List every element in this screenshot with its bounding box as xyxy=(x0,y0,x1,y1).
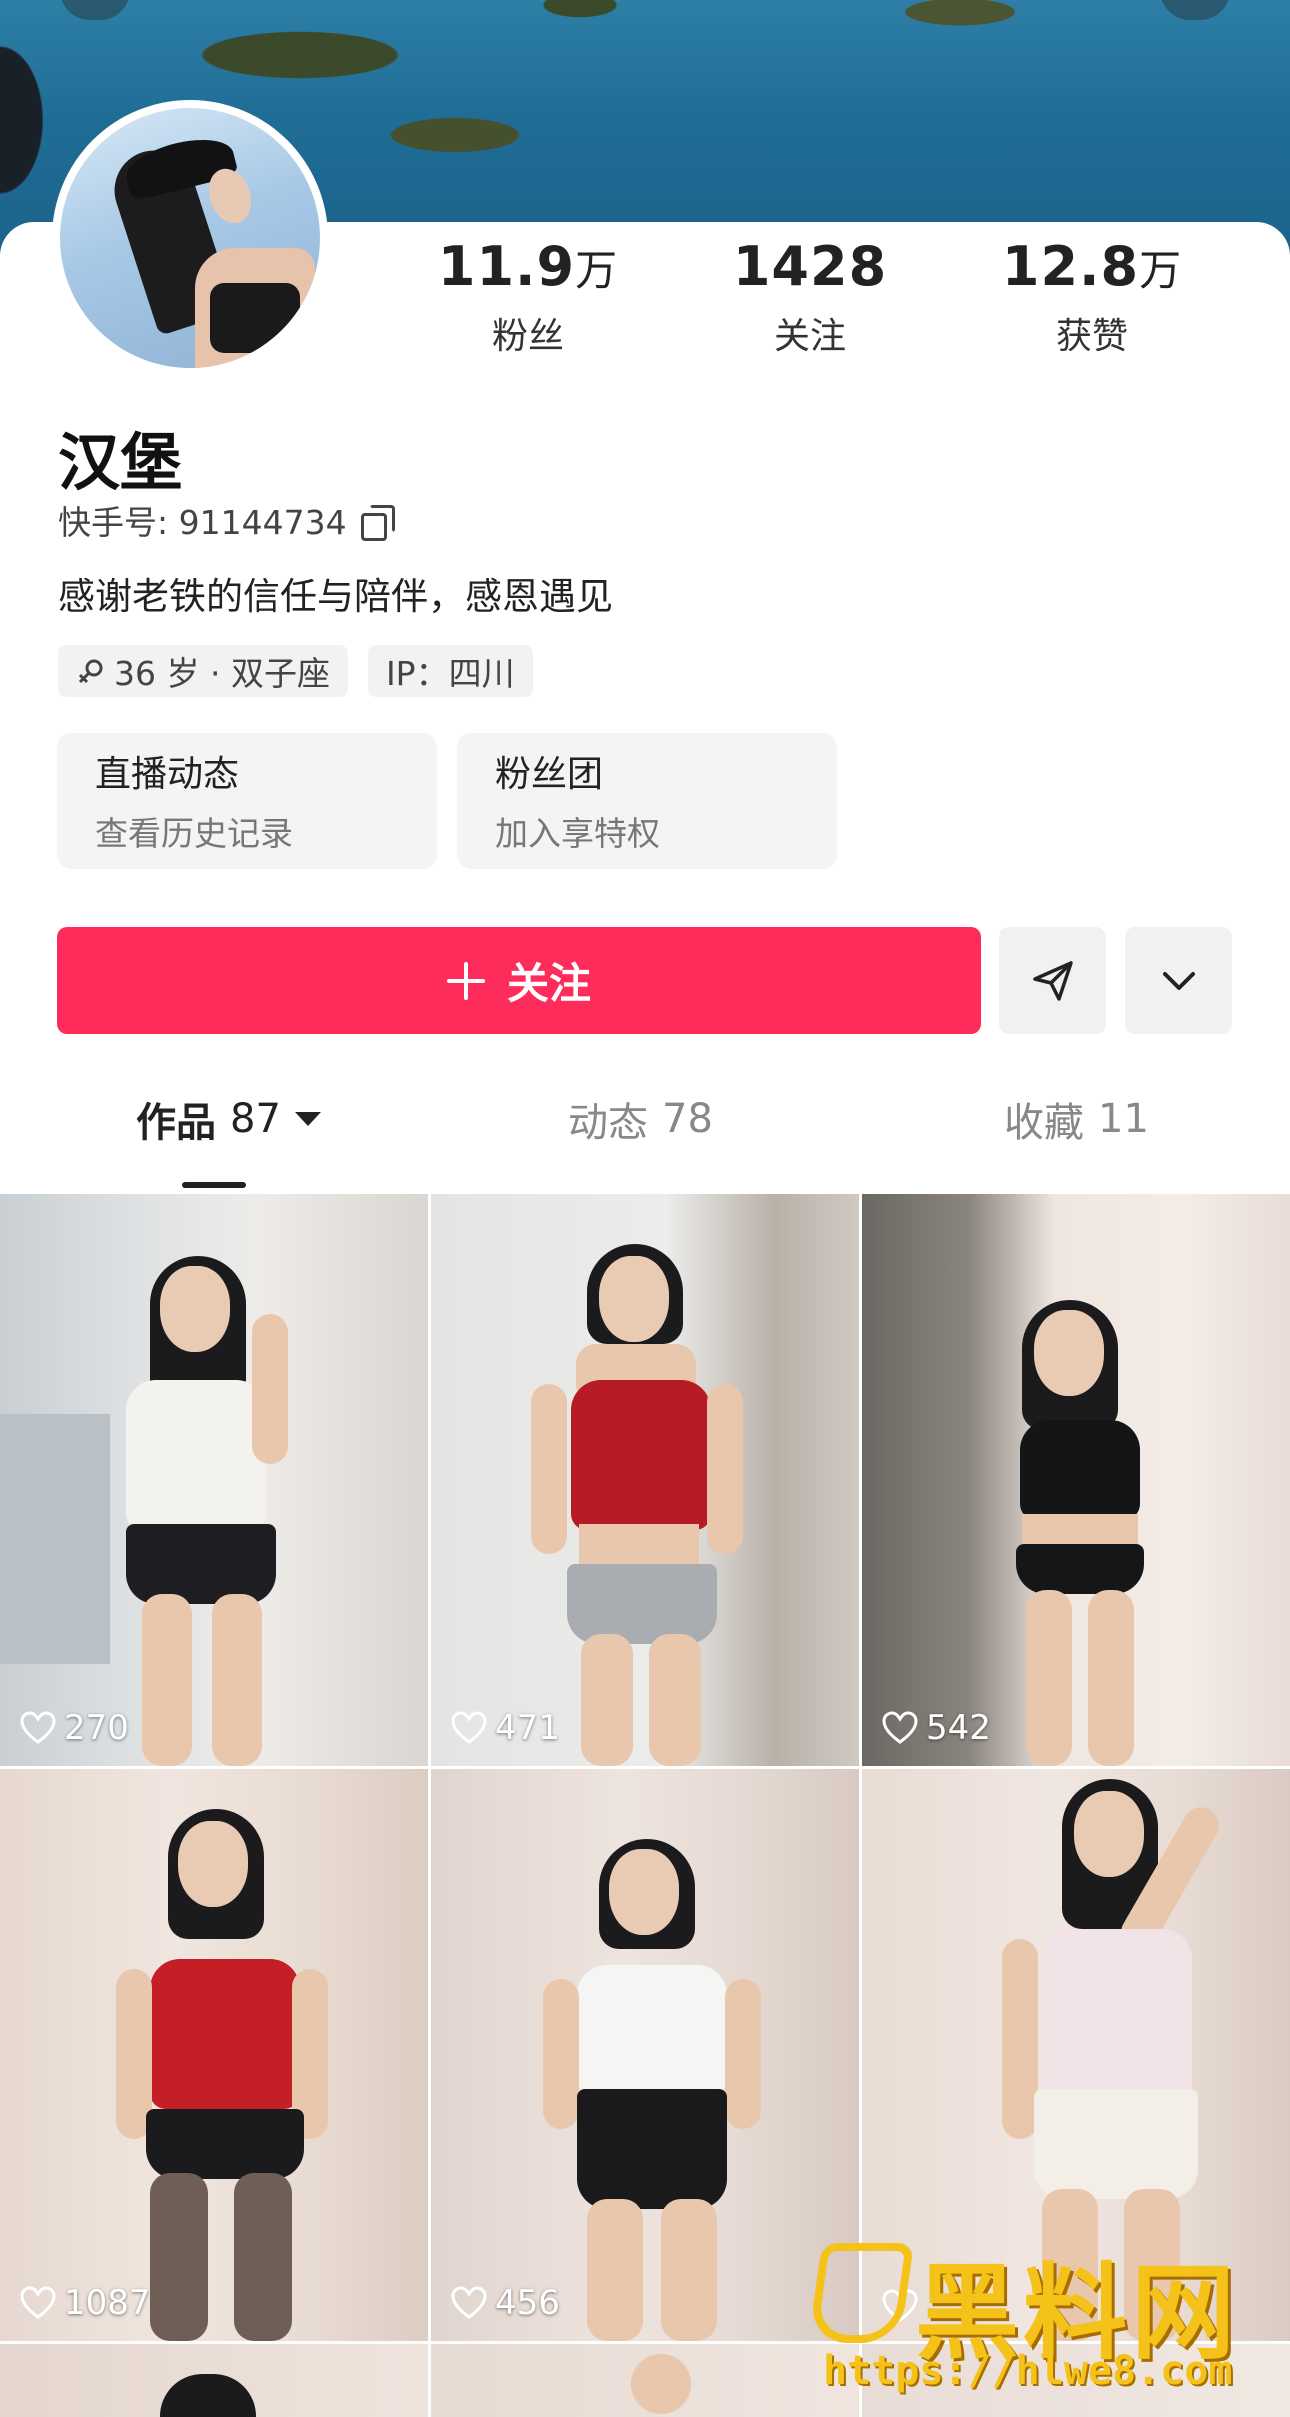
profile-name: 汉堡 xyxy=(58,426,183,499)
more-button[interactable] xyxy=(1125,927,1232,1034)
likes-count: 542 xyxy=(882,1708,991,1748)
profile-tags: 36 岁 · 双子座 IP：四川 xyxy=(58,645,533,697)
plus-icon xyxy=(446,961,485,1000)
video-grid: 270 471 542 1087 456 xyxy=(0,1194,1290,2417)
video-thumbnail[interactable]: 542 xyxy=(862,1194,1290,1766)
ip-tag-label: IP：四川 xyxy=(385,654,515,693)
heart-icon xyxy=(451,2286,487,2319)
chevron-down-icon xyxy=(1162,971,1195,990)
copy-icon[interactable] xyxy=(360,505,395,541)
stat-label: 粉丝 xyxy=(491,316,564,357)
likes-count: 471 xyxy=(451,1708,560,1748)
female-icon xyxy=(78,659,103,684)
kuaishou-id: 快手号: 91144734 xyxy=(58,496,395,544)
likes-count xyxy=(882,2289,926,2323)
menu-button[interactable] xyxy=(1160,0,1230,20)
likes-value: 471 xyxy=(495,1708,560,1748)
video-thumbnail[interactable]: 270 xyxy=(0,1194,428,1766)
video-thumbnail[interactable] xyxy=(862,2344,1290,2417)
fan-club-tile[interactable]: 粉丝团 加入享特权 xyxy=(457,733,837,869)
ip-tag: IP：四川 xyxy=(367,645,533,697)
tab-underline xyxy=(182,1182,246,1188)
avatar[interactable] xyxy=(52,100,328,376)
likes-value: 456 xyxy=(495,2283,560,2323)
likes-value: 270 xyxy=(64,1708,129,1748)
tab-moments[interactable]: 动态 78 xyxy=(568,1090,713,1148)
feature-tiles: 直播动态 查看历史记录 粉丝团 加入享特权 xyxy=(57,733,837,869)
tile-title: 直播动态 xyxy=(95,754,240,795)
kuaishou-id-text: 快手号: 91144734 xyxy=(58,503,347,542)
likes-count: 270 xyxy=(20,1708,129,1748)
tab-favorites[interactable]: 收藏 11 xyxy=(1004,1090,1149,1148)
video-thumbnail[interactable]: 1087 xyxy=(0,1769,428,2341)
profile-bio: 感谢老铁的信任与陪伴，感恩遇见 xyxy=(58,575,613,618)
heart-icon xyxy=(20,1711,56,1744)
heart-icon xyxy=(451,1711,487,1744)
tab-count: 87 xyxy=(230,1096,281,1142)
tile-title: 粉丝团 xyxy=(495,754,604,795)
tab-count: 11 xyxy=(1098,1096,1149,1142)
caret-down-icon xyxy=(294,1112,321,1126)
tab-label: 作品 xyxy=(136,1100,216,1146)
stat-label: 获赞 xyxy=(1055,316,1128,357)
video-thumbnail[interactable] xyxy=(0,2344,428,2417)
tile-subtitle: 加入享特权 xyxy=(495,814,660,853)
follow-label: 关注 xyxy=(506,959,591,1008)
tab-label: 收藏 xyxy=(1004,1100,1084,1146)
video-thumbnail[interactable] xyxy=(431,2344,859,2417)
tile-subtitle: 查看历史记录 xyxy=(95,814,293,853)
share-button[interactable] xyxy=(999,927,1106,1034)
tab-label: 动态 xyxy=(568,1100,648,1146)
tab-works[interactable]: 作品 87 xyxy=(136,1090,321,1148)
heart-icon xyxy=(20,2286,56,2319)
follow-button[interactable]: 关注 xyxy=(57,927,981,1034)
stat-following[interactable]: 1428 关注 xyxy=(700,235,920,359)
content-tabs: 作品 87 动态 78 收藏 11 xyxy=(0,1090,1290,1190)
video-thumbnail[interactable]: 456 xyxy=(431,1769,859,2341)
stat-label: 关注 xyxy=(773,316,846,357)
live-history-tile[interactable]: 直播动态 查看历史记录 xyxy=(57,733,437,869)
back-button[interactable] xyxy=(60,0,130,20)
heart-icon xyxy=(882,2289,918,2322)
age-tag-label: 36 岁 · 双子座 xyxy=(114,654,330,693)
stat-likes[interactable]: 12.8万 获赞 xyxy=(982,235,1202,359)
likes-value: 542 xyxy=(926,1708,991,1748)
likes-count: 1087 xyxy=(20,2283,151,2323)
heart-icon xyxy=(882,1711,918,1744)
likes-count: 456 xyxy=(451,2283,560,2323)
video-thumbnail[interactable] xyxy=(862,1769,1290,2341)
video-thumbnail[interactable]: 471 xyxy=(431,1194,859,1766)
send-icon xyxy=(1032,960,1073,1001)
tab-count: 78 xyxy=(662,1096,713,1142)
stat-followers[interactable]: 11.9万 粉丝 xyxy=(418,235,638,359)
age-tag: 36 岁 · 双子座 xyxy=(58,645,348,697)
likes-value: 1087 xyxy=(64,2283,151,2323)
